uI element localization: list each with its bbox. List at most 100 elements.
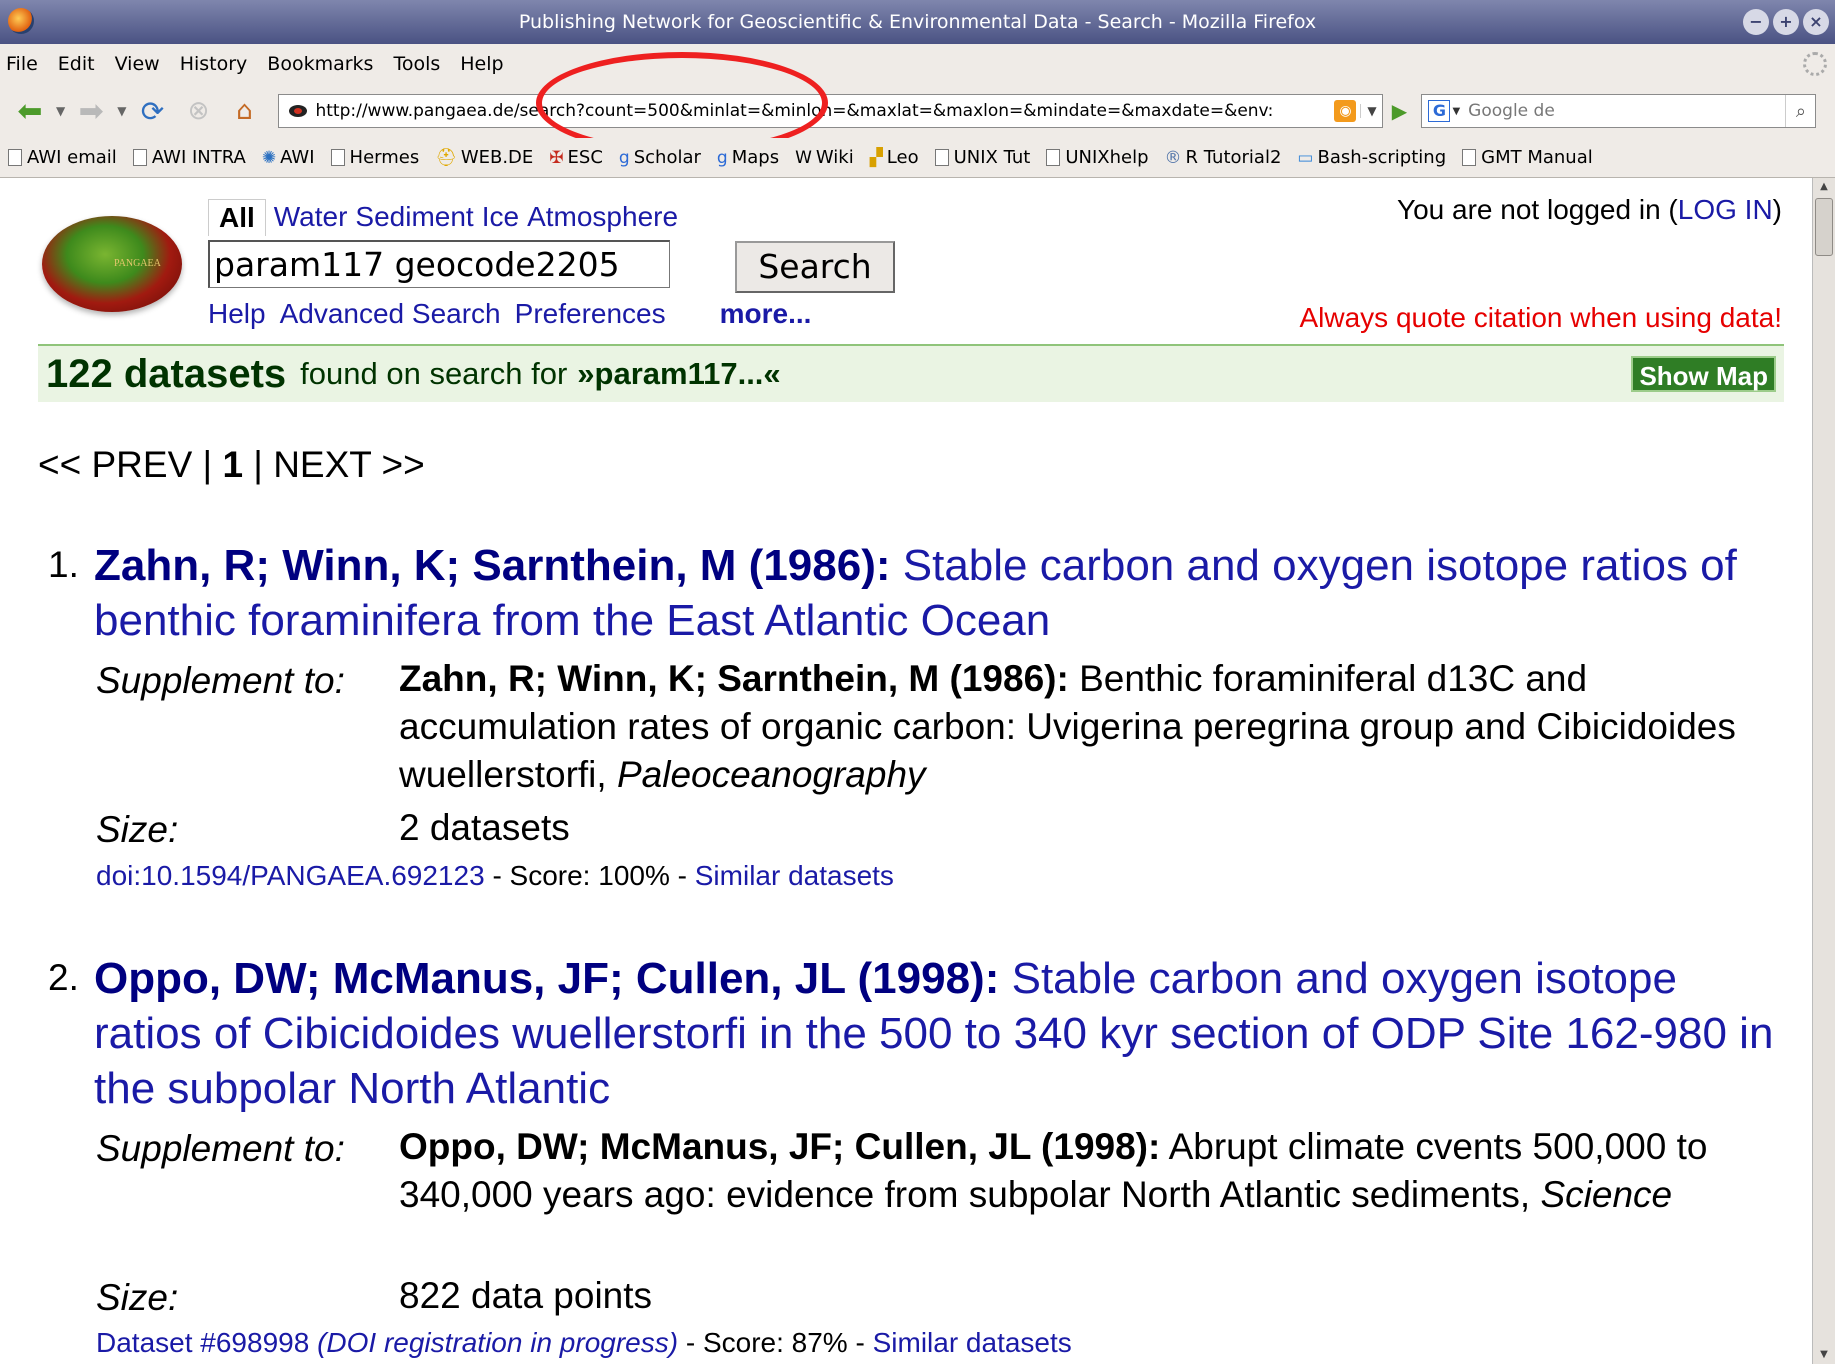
rss-feed-icon[interactable]: ◉ (1334, 100, 1357, 122)
dataset-link[interactable]: Dataset #698998 (96, 1327, 309, 1358)
pager-prev[interactable]: << PREV | (38, 444, 212, 485)
help-link[interactable]: Help (208, 298, 266, 330)
doi-link[interactable]: doi:10.1594/PANGAEA.692123 (96, 860, 485, 891)
supplement-authors: Oppo, DW; McManus, JF; Cullen, JL (1998)… (399, 1126, 1161, 1167)
advanced-search-link[interactable]: Advanced Search (280, 298, 501, 330)
menu-edit[interactable]: Edit (58, 53, 95, 75)
size-value: 822 data points (399, 1275, 653, 1316)
bookmark-maps[interactable]: g Maps (717, 147, 779, 168)
esc-icon: ✠ (549, 147, 564, 168)
reload-icon[interactable]: ⟳ (132, 93, 172, 129)
close-icon[interactable]: × (1803, 9, 1829, 35)
similar-datasets-link[interactable]: Similar datasets (873, 1327, 1072, 1358)
vertical-scrollbar[interactable]: ▲ ▼ (1812, 178, 1835, 1364)
menu-view[interactable]: View (115, 53, 160, 75)
bookmark-bash-scripting[interactable]: ▭ Bash-scripting (1297, 147, 1446, 168)
result-number: 1. (48, 544, 79, 585)
supplement-label: Supplement to: (96, 1128, 345, 1169)
bookmarks-toolbar: AWI email AWI INTRA ✺ AWI Hermes ⛑ WEB.DE … (0, 138, 1835, 178)
bookmark-leo[interactable]: ▞ Leo (870, 147, 919, 168)
search-input[interactable] (208, 240, 670, 288)
url-history-dropdown-icon[interactable]: ▼ (1360, 104, 1382, 118)
web-search-box[interactable]: G ▼ Google de ⌕ (1421, 94, 1817, 128)
address-bar[interactable]: http://www.pangaea.de/search?count=500&m… (278, 94, 1384, 128)
magnifier-icon[interactable]: ⌕ (1785, 95, 1815, 127)
login-suffix: ) (1772, 194, 1782, 225)
page-icon (330, 149, 345, 166)
size-value: 2 datasets (399, 807, 570, 848)
show-map-button[interactable]: Show Map (1631, 356, 1776, 392)
scope-tab-sediment[interactable]: Sediment (351, 199, 477, 235)
minimize-icon[interactable]: − (1743, 9, 1769, 35)
score-text: - Score: 87% - (685, 1327, 865, 1358)
bookmark-label: ESC (567, 147, 603, 168)
result-title-link[interactable]: Zahn, R; Winn, K; Sarnthein, M (1986): S… (94, 538, 1794, 648)
menu-bar: File Edit View History Bookmarks Tools H… (0, 44, 1835, 84)
scope-tab-ice[interactable]: Ice (478, 199, 523, 235)
home-icon[interactable]: ⌂ (224, 93, 264, 129)
pager-current: 1 (222, 444, 244, 485)
bookmark-scholar[interactable]: g Scholar (619, 147, 701, 168)
window-titlebar: Publishing Network for Geoscientific & E… (0, 0, 1835, 44)
bookmark-esc[interactable]: ✠ ESC (549, 147, 603, 168)
bookmark-hermes[interactable]: Hermes (330, 147, 420, 168)
similar-datasets-link[interactable]: Similar datasets (695, 860, 894, 891)
google-icon: g (618, 147, 630, 168)
bookmark-label: WEB.DE (460, 147, 534, 168)
result-count: 122 datasets (46, 351, 287, 396)
back-arrow-icon[interactable]: ⬅ (10, 93, 50, 129)
back-history-dropdown-icon[interactable]: ▼ (56, 104, 65, 118)
scope-tab-water[interactable]: Water (270, 199, 352, 235)
forward-arrow-icon[interactable]: ➡ (71, 93, 111, 129)
r-icon: ® (1164, 147, 1182, 168)
go-arrow-icon[interactable]: ▶ (1383, 94, 1415, 128)
menu-history[interactable]: History (180, 53, 248, 75)
bookmark-gmt-manual[interactable]: GMT Manual (1462, 147, 1593, 168)
preferences-link[interactable]: Preferences (515, 298, 666, 330)
supplement-journal: Paleoceanography (616, 754, 926, 795)
window-title: Publishing Network for Geoscientific & E… (518, 11, 1317, 33)
bookmark-r-tutorial2[interactable]: ® R Tutorial2 (1165, 147, 1282, 168)
doi-note: (DOI registration in progress) (317, 1327, 679, 1358)
bookmark-awi[interactable]: ✺ AWI (262, 147, 315, 168)
navigation-toolbar: ⬅ ▼ ➡ ▼ ⟳ ⊗ ⌂ http://www.pangaea.de/sear… (0, 84, 1835, 138)
scope-tab-atmosphere[interactable]: Atmosphere (523, 199, 682, 235)
scope-tab-all[interactable]: All (208, 198, 266, 236)
login-link[interactable]: LOG IN (1678, 194, 1773, 225)
scroll-thumb[interactable] (1815, 198, 1833, 256)
web-search-placeholder[interactable]: Google de (1468, 101, 1785, 121)
engine-dropdown-icon[interactable]: ▼ (1452, 106, 1460, 117)
bookmark-wiki[interactable]: W Wiki (795, 147, 854, 168)
google-engine-icon[interactable]: G (1428, 100, 1451, 122)
menu-bookmarks[interactable]: Bookmarks (267, 53, 373, 75)
scroll-down-arrow-icon[interactable]: ▼ (1815, 1346, 1833, 1364)
menu-help[interactable]: Help (460, 53, 503, 75)
result-title-link[interactable]: Oppo, DW; McManus, JF; Cullen, JL (1998)… (94, 951, 1794, 1116)
more-link[interactable]: more... (720, 298, 812, 330)
result-summary-bar: 122 datasets found on search for »param1… (38, 344, 1784, 402)
bookmark-webde[interactable]: ⛑ WEB.DE (435, 147, 533, 168)
menu-file[interactable]: File (6, 53, 38, 75)
search-scope-tabs: All Water Sediment Ice Atmosphere (208, 198, 682, 236)
scroll-up-arrow-icon[interactable]: ▲ (1815, 178, 1833, 196)
result-authors[interactable]: Zahn, R; Winn, K; Sarnthein, M (1986): (94, 541, 891, 590)
pager-next[interactable]: | NEXT >> (253, 444, 424, 485)
result-authors[interactable]: Oppo, DW; McManus, JF; Cullen, JL (1998)… (94, 954, 999, 1003)
bookmark-unixhelp[interactable]: UNIXhelp (1046, 147, 1149, 168)
pager: << PREV | 1 | NEXT >> (38, 444, 425, 486)
bookmark-label: Scholar (633, 147, 701, 168)
login-prefix: You are not logged in ( (1397, 194, 1678, 225)
menu-tools[interactable]: Tools (393, 53, 440, 75)
forward-history-dropdown-icon[interactable]: ▼ (117, 104, 126, 118)
bookmark-unix-tut[interactable]: UNIX Tut (934, 147, 1030, 168)
page-icon (1462, 149, 1477, 166)
pangaea-logo[interactable]: PANGAEA (42, 216, 182, 312)
bookmark-awi-email[interactable]: AWI email (8, 147, 117, 168)
throbber-icon (1803, 52, 1827, 76)
bookmark-label: Hermes (349, 147, 420, 168)
search-button[interactable]: Search (735, 241, 895, 293)
leo-icon: ▞ (869, 147, 883, 168)
stop-icon[interactable]: ⊗ (178, 93, 218, 129)
bookmark-awi-intra[interactable]: AWI INTRA (132, 147, 246, 168)
maximize-icon[interactable]: + (1773, 9, 1799, 35)
